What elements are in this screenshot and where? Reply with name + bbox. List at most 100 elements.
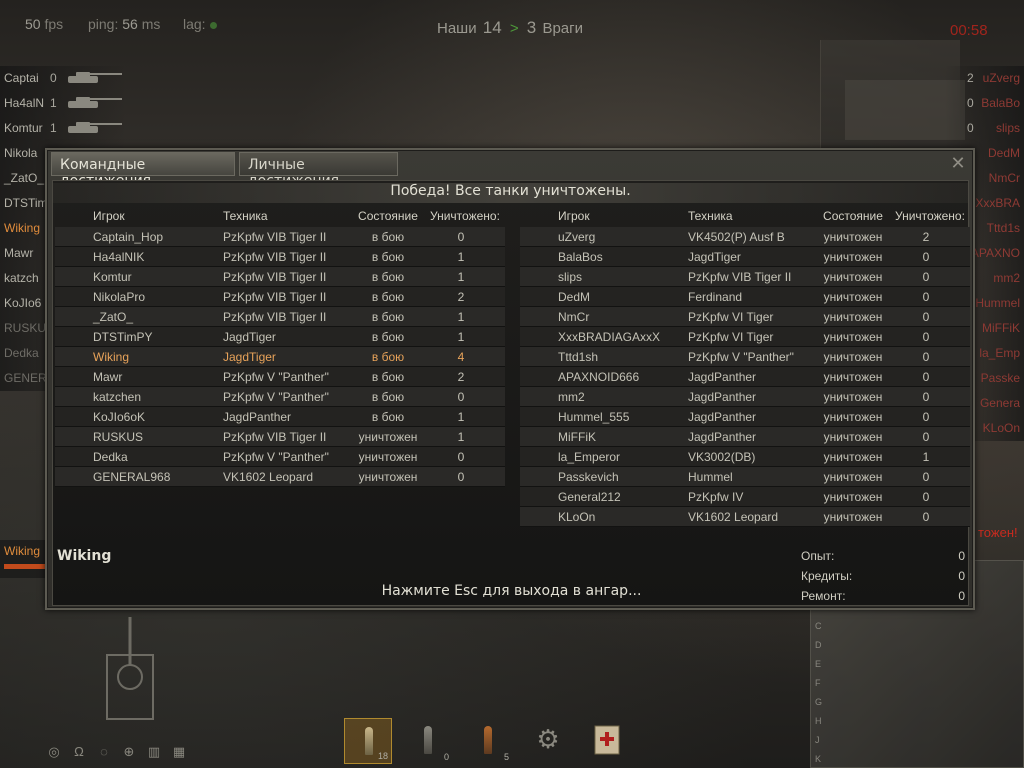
enemy-name: Hummel bbox=[975, 296, 1020, 310]
vehicle-cell: JagdTiger bbox=[688, 250, 741, 264]
lag-status-icon bbox=[209, 21, 217, 29]
table-row: NikolaPro PzKpfw VIB Tiger II в бою 2 bbox=[55, 287, 505, 307]
table-row: slips PzKpfw VIB Tiger II уничтожен 0 bbox=[520, 267, 970, 287]
state-cell: в бою bbox=[371, 230, 405, 244]
player-name-cell: _ZatO_ bbox=[93, 310, 134, 324]
vehicle-cell: VK4502(P) Ausf B bbox=[688, 230, 785, 244]
self-name: Wiking bbox=[4, 544, 41, 558]
allies-rows: Captain_Hop PzKpfw VIB Tiger II в бою 0 Ha4a… bbox=[55, 227, 505, 487]
self-status-panel: Wiking bbox=[0, 540, 48, 578]
reward-row: Ремонт: 0 bbox=[801, 587, 969, 607]
fps-value: 50 bbox=[25, 16, 41, 32]
state-cell: в бою bbox=[371, 410, 405, 424]
ally-name: Wiking bbox=[4, 221, 41, 235]
enemy-side-row[interactable]: 2 uZverg bbox=[945, 66, 1024, 91]
ally-side-row[interactable]: Ha4alN 1 bbox=[0, 91, 126, 116]
table-row: XxxBRADIAGAxxX PzKpfw VI Tiger уничтожен 0 bbox=[520, 327, 970, 347]
kills-cell: 1 bbox=[457, 310, 465, 324]
toolbox-icon[interactable]: ⚙ bbox=[524, 718, 572, 764]
enemy-frags: 0 bbox=[967, 96, 974, 110]
ally-side-row[interactable]: Komtur 1 bbox=[0, 116, 126, 141]
table-row: MiFFiK JagdPanther уничтожен 0 bbox=[520, 427, 970, 447]
enemy-name: uZverg bbox=[982, 71, 1020, 85]
state-cell: уничтожен bbox=[358, 430, 418, 444]
kills-cell: 0 bbox=[922, 410, 930, 424]
kills-cell: 0 bbox=[922, 470, 930, 484]
minimap-grid-label: F bbox=[815, 678, 821, 688]
state-cell: в бою bbox=[371, 350, 405, 364]
player-name-cell: DTSTimPY bbox=[93, 330, 153, 344]
reward-row: Кредиты: 0 bbox=[801, 567, 969, 587]
shell-he-icon bbox=[484, 726, 492, 754]
player-name-cell: DedM bbox=[558, 290, 591, 304]
col-vehicle: Техника bbox=[688, 209, 733, 223]
enemy-side-row[interactable]: 0 slips bbox=[945, 116, 1024, 141]
self-health-bar bbox=[4, 564, 46, 569]
state-cell: в бою bbox=[371, 330, 405, 344]
vehicle-cell: PzKpfw VI Tiger bbox=[688, 330, 774, 344]
binoculars-icon: ◎ bbox=[48, 744, 60, 759]
state-cell: уничтожен bbox=[823, 310, 883, 324]
kills-cell: 0 bbox=[922, 270, 930, 284]
first-aid-slot[interactable] bbox=[584, 718, 632, 764]
state-cell: уничтожен bbox=[358, 470, 418, 484]
ammo-slot-ap[interactable]: 18 bbox=[344, 718, 392, 764]
tank-silhouette-icon bbox=[66, 120, 124, 134]
close-icon[interactable]: ✕ bbox=[947, 153, 969, 175]
table-row: katzchen PzKpfw V "Panther" в бою 0 bbox=[55, 387, 505, 407]
ally-name: DTSTim bbox=[4, 196, 48, 210]
table-row: Ha4alNIK PzKpfw VIB Tiger II в бою 1 bbox=[55, 247, 505, 267]
col-kills: Уничтожено: bbox=[430, 209, 500, 223]
kills-cell: 1 bbox=[457, 410, 465, 424]
enemy-name: Genera bbox=[979, 396, 1020, 410]
table-row: _ZatO_ PzKpfw VIB Tiger II в бою 1 bbox=[55, 307, 505, 327]
ally-name: Captai bbox=[4, 71, 39, 85]
player-name-cell: mm2 bbox=[558, 390, 585, 404]
tab-personal-achievements[interactable]: Личные достижения bbox=[239, 152, 398, 189]
score-ours: 14 bbox=[482, 18, 502, 37]
state-cell: уничтожен bbox=[823, 490, 883, 504]
fps-counter: 50 fps bbox=[25, 16, 63, 32]
state-cell: в бою bbox=[371, 370, 405, 384]
table-row: KoJIo6oK JagdPanther в бою 1 bbox=[55, 407, 505, 427]
state-cell: уничтожен bbox=[823, 510, 883, 524]
kills-cell: 0 bbox=[922, 290, 930, 304]
vehicle-cell: JagdTiger bbox=[223, 330, 276, 344]
col-kills: Уничтожено: bbox=[895, 209, 965, 223]
state-cell: в бою bbox=[371, 310, 405, 324]
enemy-side-row[interactable]: 0 BalaBo bbox=[945, 91, 1024, 116]
col-state: Состояние bbox=[823, 209, 883, 223]
player-name-cell: Wiking bbox=[93, 350, 130, 364]
ping-value: 56 bbox=[122, 16, 138, 32]
player-name-cell: slips bbox=[558, 270, 583, 284]
victory-banner: Победа! Все танки уничтожены. bbox=[53, 183, 968, 203]
tab-team-achievements[interactable]: Командные достижения bbox=[51, 152, 235, 189]
ally-name: Komtur bbox=[4, 121, 43, 135]
vehicle-cell: JagdTiger bbox=[223, 350, 276, 364]
destroyed-message: тожен! bbox=[978, 525, 1018, 540]
enemy-name: la_Emp bbox=[979, 346, 1020, 360]
player-name-cell: Komtur bbox=[93, 270, 132, 284]
enemy-frags: 2 bbox=[967, 71, 974, 85]
player-name-cell: RUSKUS bbox=[93, 430, 144, 444]
reward-value: 0 bbox=[958, 569, 965, 583]
col-state: Состояние bbox=[358, 209, 418, 223]
ally-side-row[interactable]: Captai 0 bbox=[0, 66, 126, 91]
vehicle-cell: PzKpfw VIB Tiger II bbox=[223, 230, 327, 244]
state-cell: уничтожен bbox=[823, 430, 883, 444]
player-name-cell: Captain_Hop bbox=[93, 230, 164, 244]
vehicle-cell: PzKpfw VIB Tiger II bbox=[223, 430, 327, 444]
fps-label: fps bbox=[44, 16, 64, 32]
ammo-slot-he[interactable]: 5 bbox=[464, 718, 512, 764]
minimap-grid-label: E bbox=[815, 659, 822, 669]
vehicle-cell: PzKpfw VIB Tiger II bbox=[688, 270, 792, 284]
table-row: Mawr PzKpfw V "Panther" в бою 2 bbox=[55, 367, 505, 387]
state-cell: уничтожен bbox=[823, 290, 883, 304]
state-cell: уничтожен bbox=[823, 410, 883, 424]
enemy-name: XxxBRA bbox=[975, 196, 1020, 210]
table-row: RUSKUS PzKpfw VIB Tiger II уничтожен 1 bbox=[55, 427, 505, 447]
ammo-slot-heat[interactable]: 0 bbox=[404, 718, 452, 764]
allies-table: Игрок Техника Состояние Уничтожено: Capt… bbox=[55, 207, 505, 487]
shell-ap-icon bbox=[365, 727, 373, 755]
table-row: DedM Ferdinand уничтожен 0 bbox=[520, 287, 970, 307]
